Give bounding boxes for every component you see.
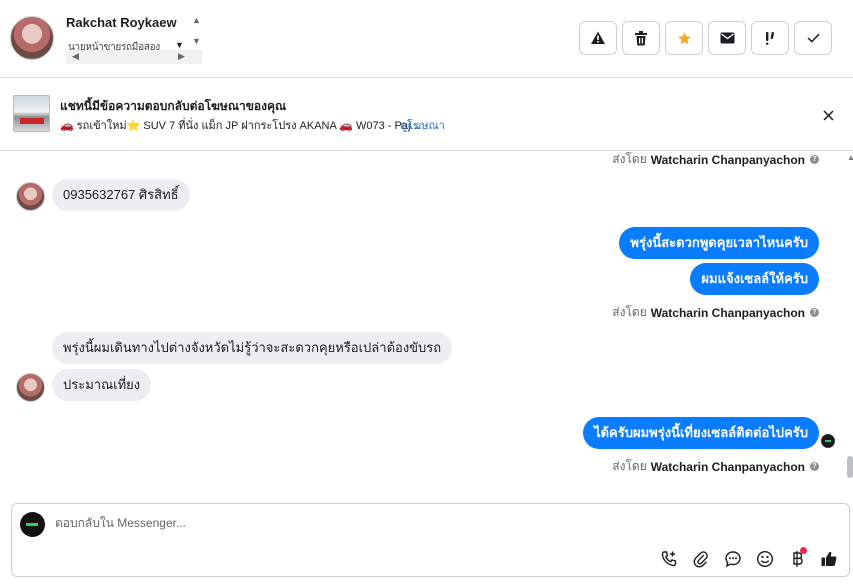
sender-name: Watcharin Chanpanyachon — [650, 152, 805, 167]
ad-reply-banner: แชทนี้มีข้อความตอบกลับต่อโฆษณาของคุณ 🚗 ร… — [0, 79, 853, 151]
close-banner-button[interactable] — [820, 107, 836, 123]
info-icon[interactable]: ? — [810, 155, 819, 164]
check-icon — [806, 33, 820, 43]
composer-tools — [657, 547, 840, 570]
mark-unread-button[interactable] — [708, 21, 746, 55]
mark-done-button[interactable] — [794, 21, 832, 55]
payment-button[interactable] — [785, 547, 808, 570]
sent-by-prefix: ส่งโดย — [612, 152, 647, 166]
contact-avatar-small[interactable] — [16, 182, 45, 211]
sent-by-label: ส่งโดย Watcharin Chanpanyachon ? — [612, 457, 819, 476]
view-ad-link[interactable]: ดูโฆษณา — [400, 116, 445, 134]
message-bubble-incoming[interactable]: 0935632767 ศิรสิทธิ์ — [52, 179, 190, 211]
saved-replies-button[interactable] — [721, 547, 744, 570]
sent-by-prefix: ส่งโดย — [612, 305, 647, 319]
emoji-icon — [756, 550, 773, 567]
conversation-header: Rakchat Roykaew ▲ ▼ นายหน้าขายรถมือสอง ▼… — [0, 0, 853, 78]
envelope-icon — [720, 32, 734, 44]
star-button[interactable] — [665, 21, 703, 55]
warning-icon — [591, 31, 605, 44]
trash-icon — [635, 30, 647, 45]
info-icon[interactable]: ? — [810, 308, 819, 317]
seen-by-avatar — [821, 434, 835, 448]
reply-input[interactable] — [55, 516, 655, 530]
notification-dot — [800, 547, 807, 554]
info-icon[interactable]: ? — [810, 462, 819, 471]
scroll-right-arrow-icon[interactable]: ▶ — [178, 51, 185, 61]
scroll-left-arrow-icon[interactable]: ◀ — [72, 51, 79, 61]
scroll-up-arrow-icon[interactable]: ▲ — [847, 153, 853, 162]
message-thread[interactable]: ส่งโดย Watcharin Chanpanyachon ? 0935632… — [0, 151, 853, 496]
message-bubble-outgoing[interactable]: ได้ครับผมพรุ่งนี้เที่ยงเซลล์ติดต่อไปครับ — [583, 417, 819, 449]
close-icon — [822, 109, 834, 121]
attach-button[interactable] — [689, 547, 712, 570]
page-avatar — [20, 512, 45, 537]
message-scrollbar[interactable]: ▲ — [846, 151, 853, 496]
like-button[interactable] — [817, 547, 840, 570]
sender-name: Watcharin Chanpanyachon — [650, 305, 805, 320]
dropdown-arrow-icon[interactable]: ▼ — [175, 40, 184, 50]
like-icon — [821, 551, 836, 566]
message-bubble-outgoing[interactable]: พรุ่งนี้สะดวกพูดคุยเวลาไหนครับ — [619, 227, 819, 259]
header-actions — [579, 21, 832, 55]
follow-up-button[interactable] — [751, 21, 789, 55]
contact-avatar-small[interactable] — [16, 373, 45, 402]
scroll-up-arrow-icon[interactable]: ▲ — [192, 15, 201, 25]
paperclip-icon — [693, 550, 708, 567]
sent-by-prefix: ส่งโดย — [612, 459, 647, 473]
sent-by-label: ส่งโดย Watcharin Chanpanyachon ? — [612, 303, 819, 322]
call-button[interactable] — [657, 547, 680, 570]
sender-name: Watcharin Chanpanyachon — [650, 459, 805, 474]
saved-reply-icon — [724, 550, 741, 567]
phone-plus-icon — [661, 550, 676, 566]
reply-composer — [11, 503, 850, 577]
report-spam-button[interactable] — [579, 21, 617, 55]
message-bubble-incoming[interactable]: ประมาณเที่ยง — [52, 369, 152, 401]
ad-banner-text: 🚗 รถเข้าใหม่⭐ SUV 7 ที่นั่ง แม็ก JP ฝากร… — [60, 120, 420, 132]
message-bubble-outgoing[interactable]: ผมแจ้งเซลล์ให้ครับ — [690, 263, 819, 295]
delete-button[interactable] — [622, 21, 660, 55]
sent-by-label: ส่งโดย Watcharin Chanpanyachon ? — [612, 151, 819, 169]
message-bubble-incoming[interactable]: พรุ่งนี้ผมเดินทางไปต่างจังหวัดไม่รู้ว่าจ… — [52, 332, 453, 364]
emoji-button[interactable] — [753, 547, 776, 570]
ad-thumbnail[interactable] — [13, 95, 50, 132]
ad-banner-title: แชทนี้มีข้อความตอบกลับต่อโฆษณาของคุณ — [60, 99, 287, 113]
star-icon — [677, 31, 691, 44]
contact-avatar[interactable] — [10, 16, 54, 60]
follow-up-icon — [766, 31, 775, 45]
scrollbar-thumb[interactable] — [847, 456, 853, 478]
contact-name[interactable]: Rakchat Roykaew — [66, 15, 177, 30]
